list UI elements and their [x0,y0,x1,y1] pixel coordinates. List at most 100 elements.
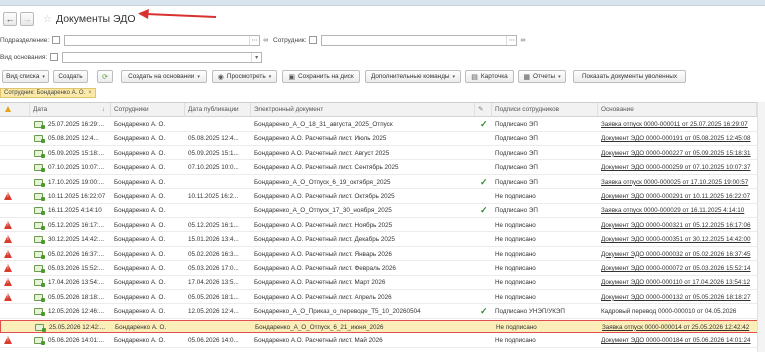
column-header-signature-icon[interactable]: ✎ [475,103,492,117]
cell-date: 07.10.2025 10:07:... [48,164,105,172]
basis-type-label: Вид основания: [0,53,48,61]
save-to-disk-button[interactable]: ▣ Сохранить на диск [282,70,360,83]
dropdown-icon[interactable]: ⋯ [249,35,259,45]
cell-basis[interactable]: Документ ЭДО 0000-000191 от 05.08.2025 1… [598,132,757,145]
refresh-button[interactable]: ⟳ [97,70,113,83]
cell-document[interactable]: Бондаренко А.О. Расчетный лист. Ноябрь 2… [251,219,475,232]
cell-document[interactable]: Бондаренко_А_О_Отпуск_17_30_ноября_2025 [251,204,475,217]
view-button[interactable]: ◉ Просмотреть ▾ [212,70,277,83]
show-dismissed-button[interactable]: Показать документы уволенных [573,70,686,83]
document-icon [34,178,45,187]
cell-basis[interactable]: Документ ЭДО 0000-000072 от 05.03.2026 1… [598,262,757,275]
basis-type-input[interactable]: ▾ [62,51,263,63]
document-icon [34,265,45,273]
subdivision-input[interactable]: ⋯ [64,34,261,46]
column-header-basis[interactable]: Основание [598,103,757,117]
reports-button[interactable]: ▦ Отчеты ▾ [518,70,566,83]
warning-icon [4,235,12,244]
cell-document[interactable]: Бондаренко_А_О_Отпуск_6_21_июня_2026 [252,321,476,334]
back-button[interactable]: ← [3,12,17,26]
cell-basis[interactable]: Документ ЭДО 0000-000321 от 05.12.2025 1… [598,219,757,232]
table-row[interactable]: 05.08.2025 12:4... Бондаренко А. О. 05.08.… [0,132,765,146]
cell-basis[interactable]: Документ ЭДО 0000-000184 от 05.06.2026 1… [598,334,757,347]
cell-basis[interactable]: Документ ЭДО 0000-000291 от 10.11.2025 1… [598,190,757,203]
table-row[interactable]: 05.02.2026 16:37:... Бондаренко А. О. 05.0… [0,248,765,262]
table-row[interactable]: 17.04.2026 13:54:... Бондаренко А. О. 17.0… [0,276,765,290]
cell-sign-status: Не подписано [495,221,536,229]
cell-basis[interactable]: Заявка отпуск 0000-000011 от 25.07.2025 … [598,118,757,131]
table-row[interactable]: 05.05.2026 18:18:... Бондаренко А. О. 05.0… [0,291,765,305]
cell-basis[interactable]: Документ ЭДО 0000-000259 от 07.10.2025 1… [598,161,757,174]
column-header-employees[interactable]: Сотрудники [111,103,185,117]
link-icon[interactable]: ∞ [263,37,268,44]
warning-icon [5,106,11,113]
employee-filter-tag[interactable]: Сотрудник: Бондаренко А. О. × [0,88,96,98]
cell-date: 05.12.2025 16:17:... [48,221,105,229]
cell-basis[interactable]: Документ ЭДО 0000-000032 от 05.02.2026 1… [598,248,757,261]
column-header-document[interactable]: Электронный документ [251,103,475,117]
subdivision-checkbox[interactable] [52,36,61,44]
vertical-scrollbar[interactable] [757,102,765,352]
cell-document[interactable]: Бондаренко_А_О_18_31_августа_2025_Отпуск [251,118,475,131]
basis-type-checkbox[interactable] [50,53,59,61]
favorite-star-icon[interactable]: ☆ [43,14,52,25]
column-header-date[interactable]: Дата ↓ [30,103,111,117]
extra-commands-button[interactable]: Дополнительные команды ▾ [365,70,461,83]
link-icon[interactable]: ∞ [520,37,525,44]
table-row[interactable]: 07.10.2025 10:07:... Бондаренко А. О. 07.1… [0,161,765,175]
table-row[interactable]: 25.07.2025 16:29:... Бондаренко А. О. Бонд… [0,118,765,132]
cell-document[interactable]: Бондаренко А.О. Расчетный лист. Сентябрь… [251,161,475,174]
cell-basis[interactable]: Заявка отпуск 0000-000029 от 16.11.2025 … [598,204,757,217]
employee-input[interactable]: ⋯ [321,34,518,46]
cell-document[interactable]: Бондаренко А.О. Расчетный лист. Апрель 2… [251,291,475,304]
card-button[interactable]: ▤ Карточка [465,70,514,83]
card-icon: ▤ [471,73,478,81]
table-row[interactable]: 12.05.2026 12:46:... Бондаренко А. О. 12.0… [0,305,765,319]
table-row[interactable]: 30.12.2025 14:42:... Бондаренко А. О. 15.0… [0,233,765,247]
table-row[interactable]: 05.12.2025 16:17:... Бондаренко А. О. 05.1… [0,219,765,233]
dropdown-icon[interactable]: ▾ [251,52,261,62]
cell-pub-date: 17.04.2026 13:5... [188,279,239,287]
cell-date: 10.11.2025 16:22:07 [48,193,106,200]
cell-basis[interactable]: Заявка отпуск 0000-000025 от 17.10.2025 … [598,176,757,189]
cell-basis[interactable]: Документ ЭДО 0000-000351 от 30.12.2025 1… [598,233,757,246]
cell-document[interactable]: Бондаренко А.О. Расчетный лист. Октябрь … [251,190,475,203]
cell-basis[interactable]: Документ ЭДО 0000-000110 от 17.04.2026 1… [598,276,757,289]
cell-document[interactable]: Бондаренко А.О. Расчетный лист. Декабрь … [251,233,475,246]
employee-checkbox[interactable] [309,36,318,44]
cell-document[interactable]: Бондаренко А.О. Расчетный лист. Май 2026 [251,334,475,347]
table-row[interactable]: 10.11.2025 16:22:07 Бондаренко А. О. 10.11… [0,190,765,204]
cell-employee: Бондаренко А. О. [114,221,166,229]
cell-document[interactable]: Бондаренко А.О. Расчетный лист. Январь 2… [251,248,475,261]
table-row[interactable]: 16.11.2025 4:14:10 Бондаренко А. О. Бондар… [0,204,765,218]
table-row[interactable]: 05.06.2026 14:01:... Бондаренко А. О. 05.0… [0,334,765,348]
table-row[interactable]: 17.10.2025 19:00:... Бондаренко А. О. Бонд… [0,176,765,190]
cell-date: 25.05.2026 12:42:... [49,323,106,331]
cell-basis[interactable]: Документ ЭДО 0000-000132 от 05.05.2026 1… [598,291,757,304]
cell-document[interactable]: Бондаренко А.О. Расчетный лист. Март 202… [251,276,475,289]
table-row[interactable]: 25.05.2026 12:42:... Бондаренко А. О. Бонд… [0,319,765,334]
warning-column-header[interactable] [0,103,30,117]
cell-document[interactable]: Бондаренко А.О. Расчетный лист. Февраль … [251,262,475,275]
table-row[interactable]: 05.03.2026 15:52:... Бондаренко А. О. 05.0… [0,262,765,276]
list-view-button[interactable]: Вид списка ▾ [2,70,49,83]
cell-document[interactable]: Бондаренко_А_О_Приказ_о_переводе_Т5_10_2… [251,305,475,318]
forward-button[interactable]: → [20,12,34,26]
cell-document[interactable]: Бондаренко_А_О_Отпуск_6_19_октября_2025 [251,176,475,189]
cell-sign-status: Подписано ЭП [495,121,538,128]
cell-date: 05.03.2026 15:52:... [48,265,105,272]
cell-basis[interactable]: Заявка отпуск 0000-000014 от 25.05.2026 … [599,321,758,334]
close-icon[interactable]: × [88,90,92,96]
cell-date: 05.08.2025 12:4... [48,135,99,143]
cell-document[interactable]: Бондаренко А.О. Расчетный лист. Июль 202… [251,132,475,145]
cell-date: 05.09.2025 15:18:... [48,149,105,157]
create-button[interactable]: Создать [53,70,88,83]
cell-document[interactable]: Бондаренко А.О. Расчетный лист. Август 2… [251,147,475,160]
create-based-on-button[interactable]: Создать на основании ▾ [121,70,207,83]
column-header-signatures[interactable]: Подписи сотрудников [492,103,598,117]
cell-date: 16.11.2025 4:14:10 [48,207,102,215]
table-row[interactable]: 05.09.2025 15:18:... Бондаренко А. О. 05.0… [0,147,765,161]
dropdown-icon[interactable]: ⋯ [506,35,516,45]
column-header-pub-date[interactable]: Дата публикации [185,103,251,117]
cell-basis[interactable]: Документ ЭДО 0000-000227 от 05.09.2025 1… [598,147,757,160]
